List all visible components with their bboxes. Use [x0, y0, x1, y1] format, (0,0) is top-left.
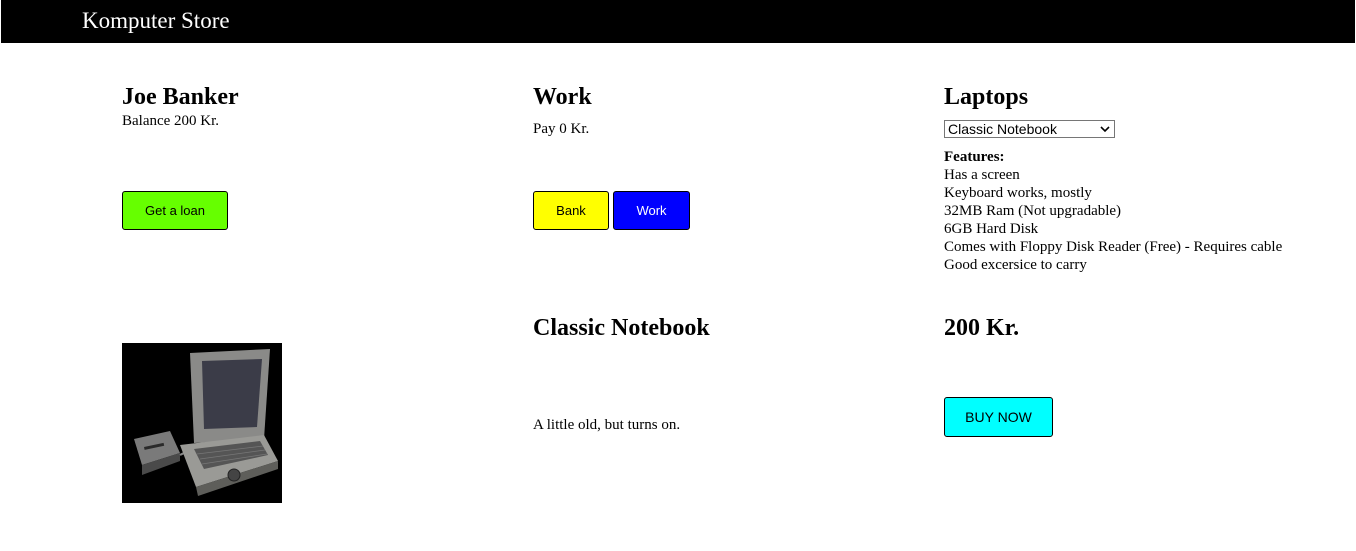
- feature-item: Good excersice to carry: [944, 257, 1087, 273]
- features-list: Has a screen Keyboard works, mostly 32MB…: [944, 166, 1282, 274]
- product-price: 200 Kr.: [944, 315, 1020, 341]
- buy-now-button[interactable]: BUY NOW: [944, 397, 1053, 437]
- laptop-select-value: Classic Notebook: [948, 121, 1057, 137]
- navbar: Komputer Store: [1, 0, 1355, 43]
- features-label: Features:: [944, 149, 1005, 165]
- laptop-select[interactable]: Classic Notebook: [944, 120, 1115, 138]
- laptop-image: [122, 343, 282, 503]
- balance-text: Balance 200 Kr.: [122, 113, 220, 129]
- work-button[interactable]: Work: [613, 191, 690, 230]
- pay-text: Pay 0 Kr.: [533, 121, 590, 137]
- work-heading: Work: [533, 84, 592, 110]
- product-name: Classic Notebook: [533, 315, 710, 341]
- feature-item: Keyboard works, mostly: [944, 185, 1092, 201]
- chevron-down-icon: [1100, 126, 1110, 133]
- feature-item: 32MB Ram (Not upgradable): [944, 203, 1122, 219]
- product-description: A little old, but turns on.: [533, 417, 681, 433]
- feature-item: Has a screen: [944, 167, 1020, 183]
- feature-item: Comes with Floppy Disk Reader (Free) - R…: [944, 239, 1283, 255]
- customer-name: Joe Banker: [122, 84, 239, 110]
- bank-button[interactable]: Bank: [533, 191, 609, 230]
- laptops-heading: Laptops: [944, 84, 1029, 110]
- brand-title: Komputer Store: [82, 8, 230, 33]
- feature-item: 6GB Hard Disk: [944, 221, 1039, 237]
- get-loan-button[interactable]: Get a loan: [122, 191, 228, 230]
